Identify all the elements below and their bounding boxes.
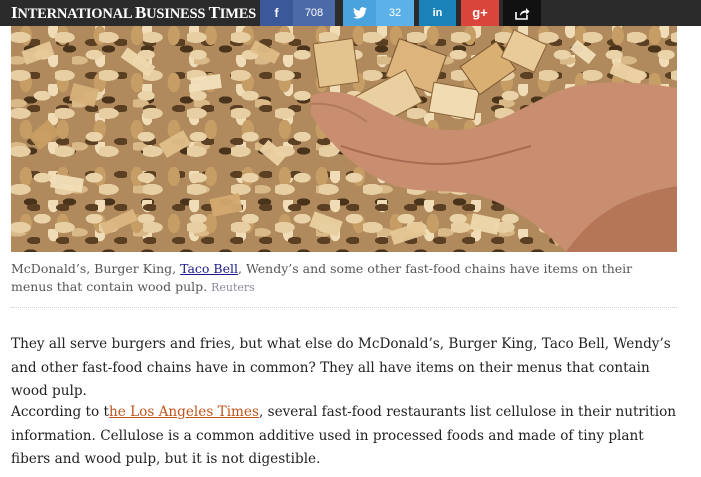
twitter-share-button[interactable]: 32	[343, 0, 414, 26]
hand-holding-wood-chips-image	[21, 29, 677, 252]
taco-bell-link[interactable]: Taco Bell	[180, 261, 238, 276]
facebook-share-button[interactable]: f 708	[260, 0, 335, 26]
article-photo	[11, 26, 677, 252]
facebook-share-count: 708	[293, 0, 335, 26]
article-paragraph-1: They all serve burgers and fries, but wh…	[11, 336, 671, 399]
share-button[interactable]	[503, 0, 541, 26]
la-times-link[interactable]: he Los Angeles Times	[109, 404, 259, 420]
googleplus-share-button[interactable]: g+	[461, 0, 499, 26]
facebook-icon: f	[274, 6, 279, 20]
photo-credit: Reuters	[211, 281, 255, 294]
share-icon	[503, 0, 541, 26]
twitter-share-count: 32	[376, 0, 414, 26]
article-paragraph-2: According to the Los Angeles Times, seve…	[11, 404, 677, 467]
site-header: INTERNATIONAL BUSINESS TIMES f 708 32 in…	[0, 0, 701, 26]
linkedin-icon: in	[432, 7, 443, 19]
googleplus-icon: g+	[472, 5, 488, 20]
linkedin-share-button[interactable]: in	[419, 0, 456, 26]
caption-divider	[11, 307, 677, 308]
photo-caption: McDonald’s, Burger King, Taco Bell, Wend…	[11, 261, 633, 294]
twitter-icon	[343, 0, 376, 26]
site-logo[interactable]: INTERNATIONAL BUSINESS TIMES	[11, 2, 256, 24]
